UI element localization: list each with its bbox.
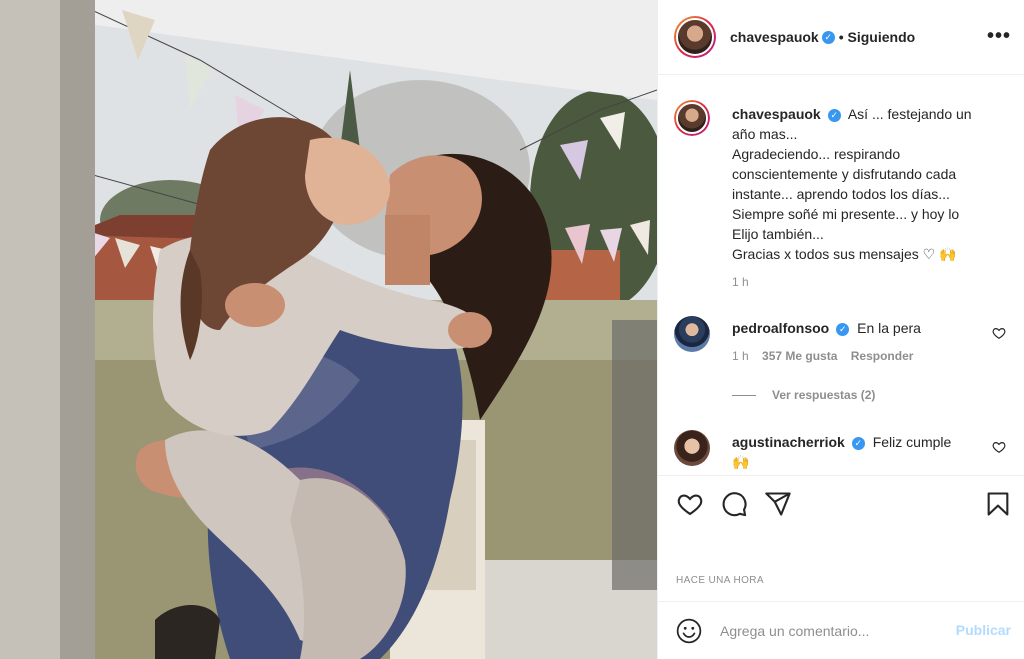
- comment-meta: 1 h 357 Me gusta Responder: [732, 348, 987, 364]
- caption-line-3: conscientemente y disfrutando cada: [732, 166, 957, 182]
- publish-button[interactable]: Publicar: [956, 622, 1011, 638]
- verified-badge-icon: ✓: [821, 30, 835, 44]
- comment-text-emoji: 🙌: [732, 454, 750, 470]
- caption-line-2: Agradeciendo... respirando: [732, 146, 901, 162]
- view-replies-label: Ver respuestas (2): [772, 388, 876, 402]
- caption-avatar[interactable]: [674, 100, 710, 136]
- heart-icon[interactable]: [676, 490, 704, 518]
- post-timestamp[interactable]: HACE UNA HORA: [676, 575, 764, 586]
- caption-line-6: Elijo también...: [732, 226, 824, 242]
- author-avatar[interactable]: [674, 16, 716, 58]
- comment-body: agustinacherriok ✓ Feliz cumple 🙌: [732, 432, 987, 472]
- commenter-username[interactable]: pedroalfonsoo: [732, 320, 829, 336]
- author-info: chavespauok ✓ • Siguiendo: [730, 29, 915, 45]
- add-comment-bar: Publicar: [658, 601, 1024, 659]
- commenter-username[interactable]: agustinacherriok: [732, 434, 845, 450]
- action-bar: [658, 475, 1024, 535]
- caption-time[interactable]: 1 h: [732, 275, 749, 289]
- caption-line-7: Gracias x todos sus mensajes ♡ 🙌: [732, 246, 957, 262]
- caption-line-0: Así ... festejando un: [847, 106, 972, 122]
- reply-button[interactable]: Responder: [851, 349, 914, 363]
- comment-input[interactable]: [720, 620, 920, 642]
- commenter-avatar[interactable]: [674, 316, 710, 352]
- caption-line-1: año mas...: [732, 126, 798, 142]
- comment-body: pedroalfonsoo ✓ En la pera 1 h 357 Me gus…: [732, 318, 987, 364]
- comment-text: En la pera: [857, 320, 921, 336]
- comment-icon[interactable]: [720, 490, 748, 518]
- verified-badge-icon: ✓: [827, 108, 841, 122]
- comments-list[interactable]: chavespauok ✓ Así ... festejando un año m…: [658, 76, 1024, 474]
- caption-text: chavespauok ✓ Así ... festejando un año m…: [732, 104, 987, 290]
- comment-text: Feliz cumple: [872, 434, 952, 450]
- view-replies-button[interactable]: Ver respuestas (2): [732, 388, 875, 402]
- comment-time[interactable]: 1 h: [732, 349, 749, 363]
- bookmark-icon[interactable]: [984, 490, 1012, 518]
- post-panel: chavespauok ✓ • Siguiendo ••• chavespauo…: [657, 0, 1024, 659]
- emoji-smile-icon[interactable]: [676, 618, 702, 644]
- commenter-avatar[interactable]: [674, 430, 710, 466]
- post-photo[interactable]: [0, 0, 657, 659]
- verified-badge-icon: ✓: [836, 322, 850, 336]
- author-username[interactable]: chavespauok: [730, 29, 819, 45]
- caption-meta: 1 h: [732, 274, 987, 290]
- replies-divider: [732, 394, 756, 396]
- caption-line-4: instante... aprendo todos los días...: [732, 186, 950, 202]
- follow-status-button[interactable]: • Siguiendo: [839, 29, 915, 45]
- photo-illustration: [0, 0, 657, 659]
- post-header: chavespauok ✓ • Siguiendo •••: [658, 0, 1024, 75]
- share-icon[interactable]: [764, 490, 792, 518]
- comment-likes[interactable]: 357 Me gusta: [762, 349, 837, 363]
- more-horizontal-icon[interactable]: •••: [987, 26, 1011, 46]
- verified-badge-icon: ✓: [851, 436, 865, 450]
- caption-username[interactable]: chavespauok: [732, 106, 821, 122]
- heart-icon[interactable]: [992, 440, 1006, 454]
- caption-line-5: Siempre soñé mi presente... y hoy lo: [732, 206, 960, 222]
- heart-icon[interactable]: [992, 326, 1006, 340]
